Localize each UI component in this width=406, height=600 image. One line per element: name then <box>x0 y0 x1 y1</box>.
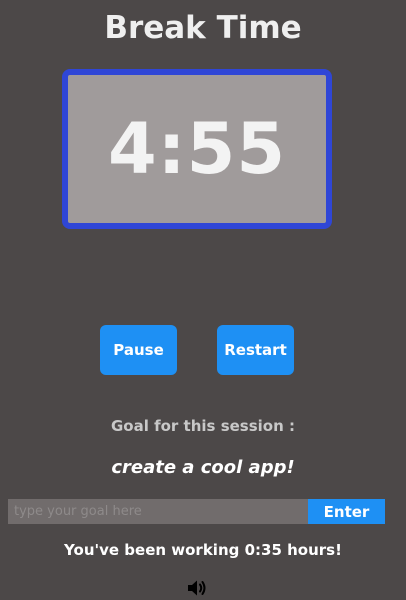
timer-countdown-text: 4:55 <box>107 108 287 190</box>
pause-button[interactable]: Pause <box>100 325 177 375</box>
current-goal-text: create a cool app! <box>111 457 295 478</box>
speaker-volume-icon[interactable] <box>187 579 207 597</box>
working-time-status: You've been working 0:35 hours! <box>64 541 342 559</box>
goal-input-row: Enter <box>8 499 385 524</box>
restart-button[interactable]: Restart <box>217 325 294 375</box>
goal-input[interactable] <box>8 499 308 524</box>
page-title: Break Time <box>104 10 302 46</box>
enter-button[interactable]: Enter <box>308 499 385 524</box>
timer-display: 4:55 <box>62 69 332 229</box>
goal-label: Goal for this session : <box>111 417 295 435</box>
